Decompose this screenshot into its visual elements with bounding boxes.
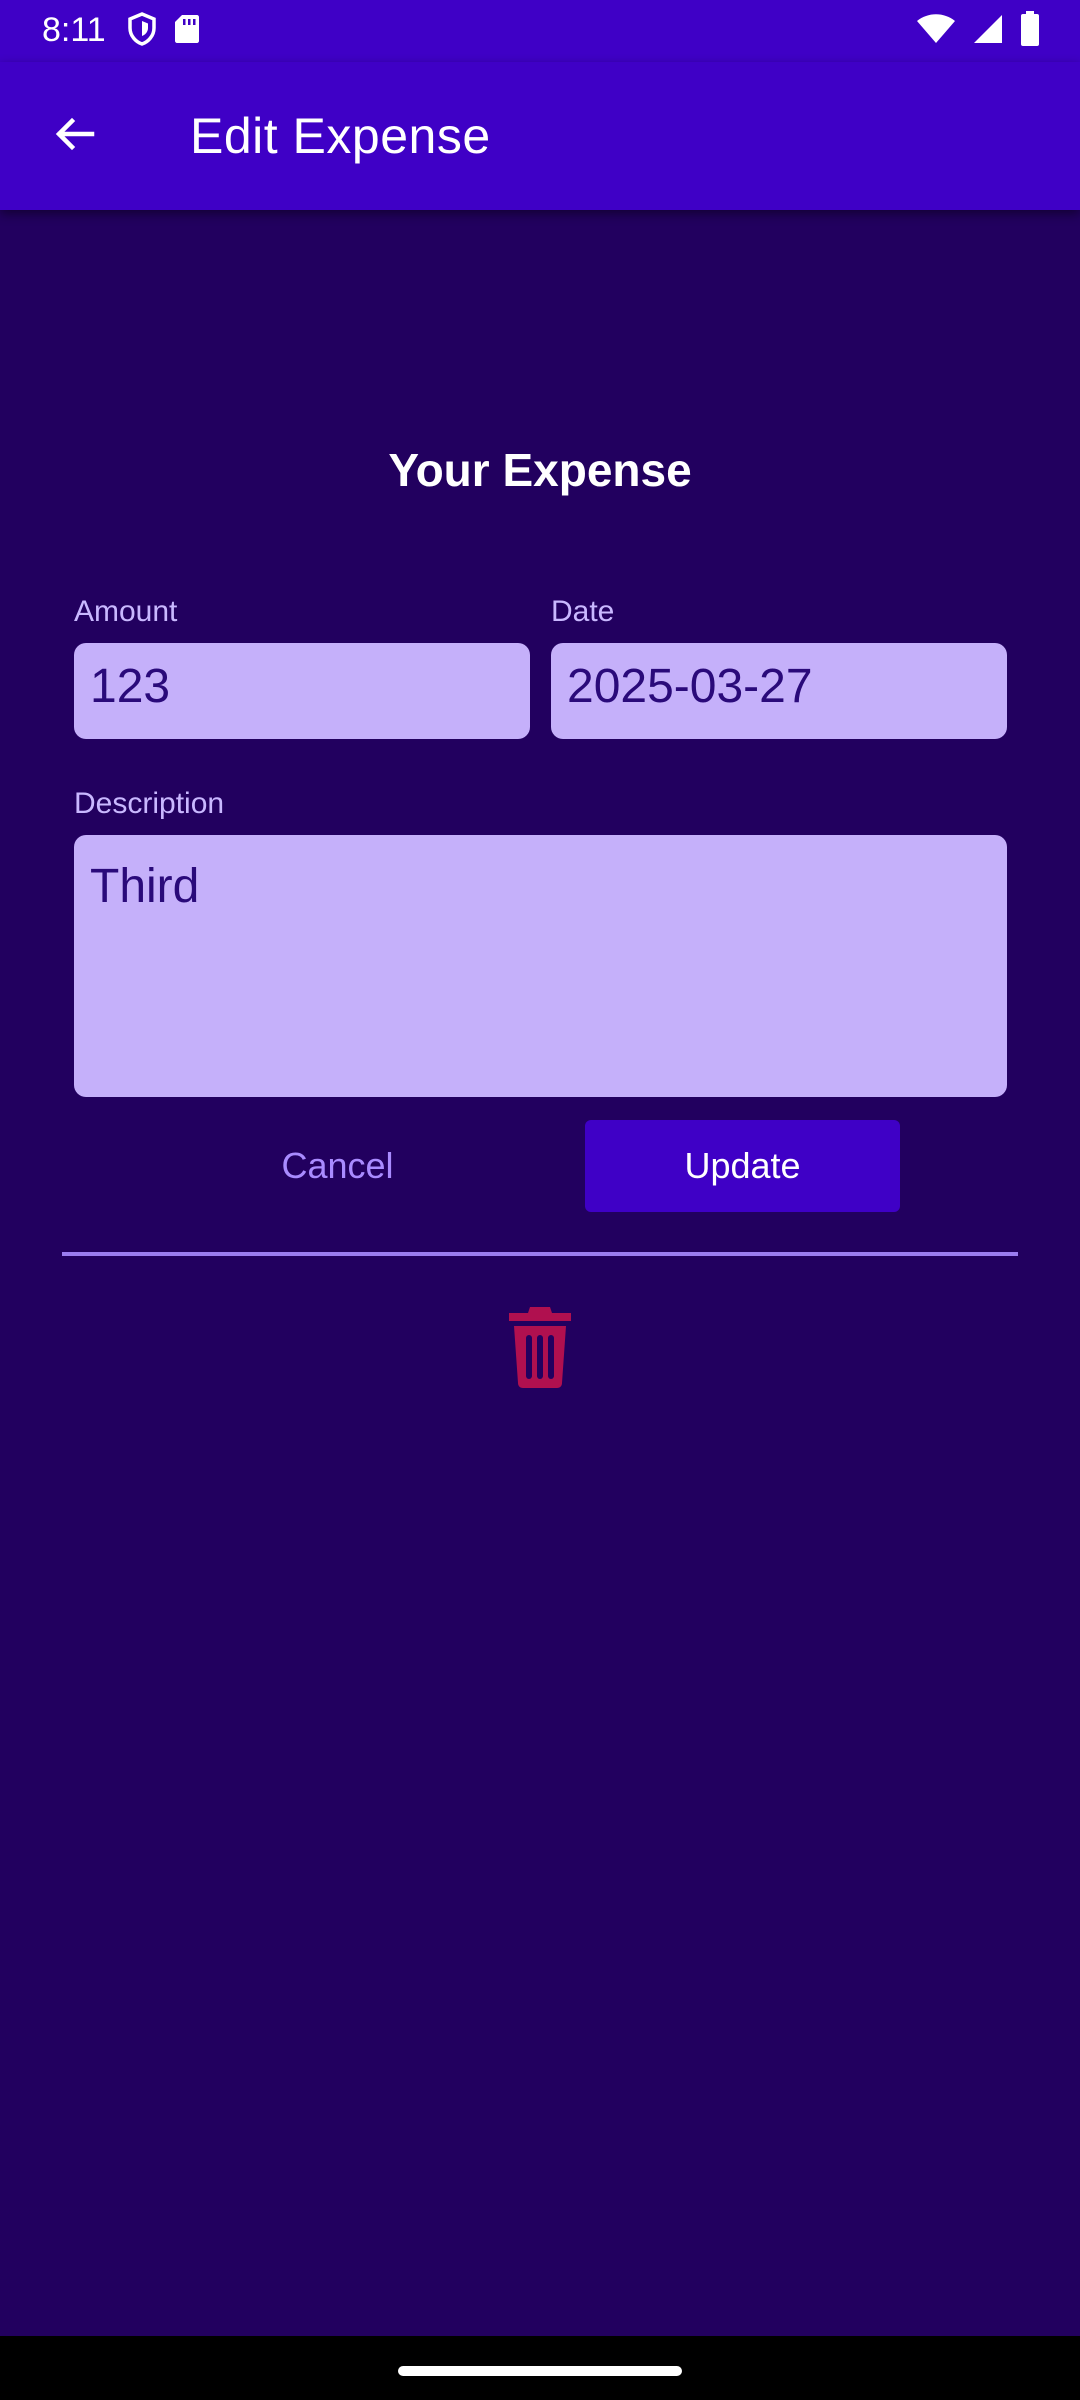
description-label: Description	[74, 787, 225, 820]
cancel-button[interactable]: Cancel	[160, 1120, 515, 1212]
app-bar: Edit Expense	[0, 62, 1080, 210]
sd-card-icon	[174, 13, 200, 50]
description-field[interactable]: Third	[74, 835, 1007, 1097]
amount-label: Amount	[74, 595, 178, 628]
update-button[interactable]: Update	[585, 1120, 900, 1212]
date-field[interactable]: 2025-03-27	[551, 643, 1007, 739]
divider	[62, 1252, 1018, 1256]
date-label: Date	[551, 595, 615, 628]
page-title: Edit Expense	[190, 108, 491, 164]
home-indicator[interactable]	[398, 2366, 682, 2376]
status-right-icons	[916, 10, 1040, 52]
shield-icon	[128, 11, 156, 51]
signal-icon	[972, 13, 1004, 50]
status-time: 8:11	[42, 11, 106, 49]
amount-field[interactable]: 123	[74, 643, 530, 739]
battery-icon	[1020, 10, 1040, 52]
status-bar: 8:11	[0, 0, 1080, 62]
arrow-back-icon	[50, 110, 98, 163]
navigation-bar	[0, 2336, 1080, 2400]
wifi-icon	[916, 13, 956, 50]
back-button[interactable]	[34, 100, 114, 172]
delete-button[interactable]	[500, 1300, 580, 1396]
trash-icon	[505, 1303, 575, 1394]
form-title: Your Expense	[388, 444, 692, 496]
status-left-icons	[128, 11, 200, 51]
